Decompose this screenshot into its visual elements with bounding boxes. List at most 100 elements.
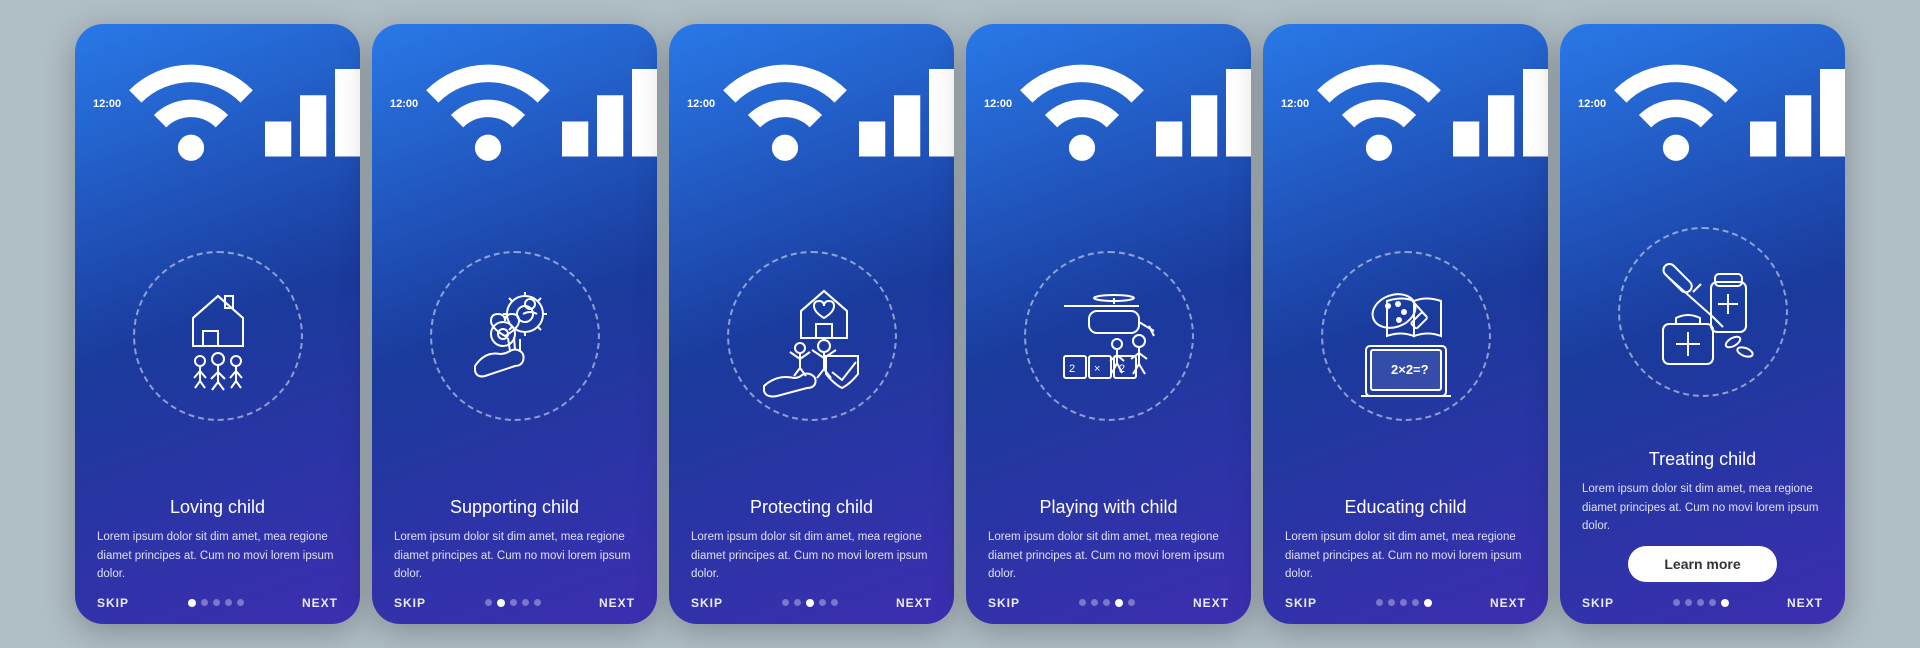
dots-3 — [782, 599, 838, 607]
title-4: Playing with child — [1019, 491, 1197, 522]
skip-btn-5[interactable]: SKIP — [1285, 596, 1317, 610]
dot-1-3 — [225, 599, 232, 606]
circle-4: 2 × 2 — [1024, 251, 1194, 421]
dots-4 — [1079, 599, 1135, 607]
skip-btn-4[interactable]: SKIP — [988, 596, 1020, 610]
wifi-icon-3 — [715, 34, 855, 174]
dot-4-4 — [1128, 599, 1135, 606]
dot-3-0 — [782, 599, 789, 606]
screen-treating: 12:00 — [1560, 24, 1845, 624]
dot-6-3 — [1709, 599, 1716, 606]
skip-btn-6[interactable]: SKIP — [1582, 596, 1614, 610]
body-1: Lorem ipsum dolor sit dim amet, mea regi… — [75, 522, 360, 587]
dot-5-2 — [1400, 599, 1407, 606]
time-1: 12:00 — [93, 98, 121, 110]
status-icons-6 — [1606, 34, 1845, 174]
title-3: Protecting child — [730, 491, 893, 522]
dot-5-4 — [1424, 599, 1432, 607]
status-bar-4: 12:00 — [966, 24, 1251, 178]
wifi-icon-1 — [121, 34, 261, 174]
dot-5-1 — [1388, 599, 1395, 606]
dot-1-2 — [213, 599, 220, 606]
body-2: Lorem ipsum dolor sit dim amet, mea regi… — [372, 522, 657, 587]
bottom-nav-1: SKIP NEXT — [75, 588, 360, 624]
dot-3-1 — [794, 599, 801, 606]
wifi-icon-4 — [1012, 34, 1152, 174]
status-icons-2 — [418, 34, 657, 174]
status-icons-5 — [1309, 34, 1548, 174]
loving-icon — [148, 266, 288, 406]
signal-icon-1 — [265, 34, 360, 174]
screens-container: 12:00 — [51, 0, 1869, 648]
supporting-icon — [445, 266, 585, 406]
signal-icon-6 — [1750, 34, 1845, 174]
next-btn-5[interactable]: NEXT — [1490, 596, 1526, 610]
bottom-nav-3: SKIP NEXT — [669, 588, 954, 624]
next-btn-2[interactable]: NEXT — [599, 596, 635, 610]
icon-area-2 — [430, 178, 600, 492]
icon-area-1 — [133, 178, 303, 492]
dot-4-0 — [1079, 599, 1086, 606]
dot-6-4 — [1721, 599, 1729, 607]
status-icons-1 — [121, 34, 360, 174]
dot-6-2 — [1697, 599, 1704, 606]
signal-icon-3 — [859, 34, 954, 174]
screen-playing: 12:00 2 — [966, 24, 1251, 624]
signal-icon-5 — [1453, 34, 1548, 174]
dot-2-4 — [534, 599, 541, 606]
treating-icon — [1633, 242, 1773, 382]
icon-area-3 — [727, 178, 897, 492]
wifi-icon-6 — [1606, 34, 1746, 174]
dot-3-3 — [819, 599, 826, 606]
educating-icon: 2×2=? — [1336, 266, 1476, 406]
dot-4-1 — [1091, 599, 1098, 606]
circle-2 — [430, 251, 600, 421]
skip-btn-1[interactable]: SKIP — [97, 596, 129, 610]
screen-loving: 12:00 — [75, 24, 360, 624]
dot-2-1 — [497, 599, 505, 607]
next-btn-3[interactable]: NEXT — [896, 596, 932, 610]
title-6: Treating child — [1629, 443, 1776, 474]
title-2: Supporting child — [430, 491, 599, 522]
bottom-nav-5: SKIP NEXT — [1263, 588, 1548, 624]
status-icons-4 — [1012, 34, 1251, 174]
svg-text:×: × — [1094, 363, 1100, 375]
body-5: Lorem ipsum dolor sit dim amet, mea regi… — [1263, 522, 1548, 587]
screen-supporting: 12:00 — [372, 24, 657, 624]
body-3: Lorem ipsum dolor sit dim amet, mea regi… — [669, 522, 954, 587]
icon-area-6 — [1618, 178, 1788, 444]
bottom-nav-2: SKIP NEXT — [372, 588, 657, 624]
status-bar-6: 12:00 — [1560, 24, 1845, 178]
dot-5-3 — [1412, 599, 1419, 606]
learn-more-button[interactable]: Learn more — [1628, 546, 1776, 582]
screen-educating: 12:00 — [1263, 24, 1548, 624]
status-bar-3: 12:00 — [669, 24, 954, 178]
icon-area-5: 2×2=? — [1321, 178, 1491, 492]
status-icons-3 — [715, 34, 954, 174]
svg-text:2: 2 — [1069, 363, 1075, 375]
next-btn-6[interactable]: NEXT — [1787, 596, 1823, 610]
circle-3 — [727, 251, 897, 421]
circle-6 — [1618, 227, 1788, 397]
bottom-nav-6: SKIP NEXT — [1560, 588, 1845, 624]
next-btn-4[interactable]: NEXT — [1193, 596, 1229, 610]
next-btn-1[interactable]: NEXT — [302, 596, 338, 610]
time-6: 12:00 — [1578, 98, 1606, 110]
icon-area-4: 2 × 2 — [1024, 178, 1194, 492]
dot-1-1 — [201, 599, 208, 606]
dots-1 — [188, 599, 244, 607]
skip-btn-2[interactable]: SKIP — [394, 596, 426, 610]
time-2: 12:00 — [390, 98, 418, 110]
status-bar-1: 12:00 — [75, 24, 360, 178]
time-3: 12:00 — [687, 98, 715, 110]
body-6: Lorem ipsum dolor sit dim amet, mea regi… — [1560, 474, 1845, 539]
time-4: 12:00 — [984, 98, 1012, 110]
circle-1 — [133, 251, 303, 421]
dot-4-3 — [1115, 599, 1123, 607]
dot-1-4 — [237, 599, 244, 606]
dot-3-4 — [831, 599, 838, 606]
playing-icon: 2 × 2 — [1039, 266, 1179, 406]
skip-btn-3[interactable]: SKIP — [691, 596, 723, 610]
circle-5: 2×2=? — [1321, 251, 1491, 421]
dot-3-2 — [806, 599, 814, 607]
